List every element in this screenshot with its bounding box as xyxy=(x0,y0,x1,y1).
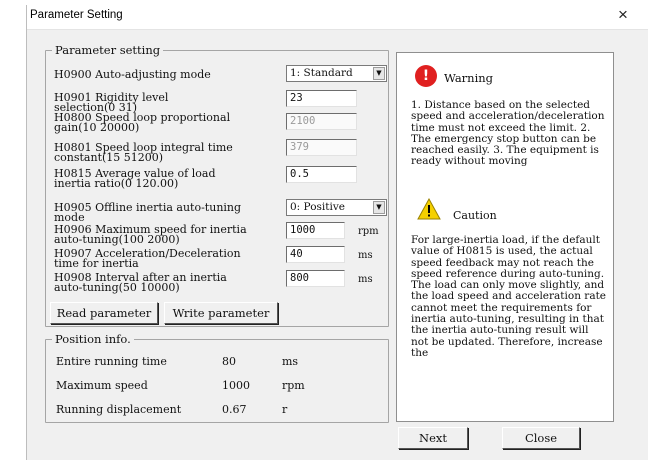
h0900-label: H0900 Auto-adjusting mode xyxy=(54,68,211,81)
safety-info-panel[interactable]: ! Warning 1. Distance based on the selec… xyxy=(396,52,614,422)
auto-adjusting-mode-select[interactable]: 1: Standard ▼ xyxy=(286,65,387,82)
h0905-label-line2: mode xyxy=(54,211,85,224)
warning-title: Warning xyxy=(444,71,494,85)
window-title: Parameter Setting xyxy=(30,9,123,21)
read-parameter-button[interactable]: Read parameter xyxy=(50,302,158,324)
running-time-value: 80 xyxy=(222,355,236,368)
maximum-speed-label: Maximum speed xyxy=(56,379,148,392)
h0800-label-line2: gain(10 20000) xyxy=(54,121,140,134)
warning-text: 1. Distance based on the selected speed … xyxy=(411,100,605,168)
accel-decel-time-unit: ms xyxy=(358,250,373,261)
chevron-down-icon[interactable]: ▼ xyxy=(373,201,385,214)
running-displacement-value: 0.67 xyxy=(222,403,247,416)
tuning-interval-unit: ms xyxy=(358,274,373,285)
rigidity-level-input[interactable]: 23 xyxy=(286,90,357,107)
max-speed-unit: rpm xyxy=(358,226,379,237)
caution-title: Caution xyxy=(453,209,497,222)
load-inertia-ratio-input[interactable]: 0.5 xyxy=(286,166,357,183)
parameter-setting-legend: Parameter setting xyxy=(52,43,164,57)
close-button[interactable]: Close xyxy=(502,427,580,449)
offline-inertia-mode-value: 0: Positive xyxy=(290,201,345,213)
position-info-legend: Position info. xyxy=(52,332,134,346)
error-icon: ! xyxy=(415,65,437,87)
caution-text: For large-inertia load, if the default v… xyxy=(411,234,607,359)
running-displacement-unit: r xyxy=(282,403,288,416)
speed-loop-gain-input: 2100 xyxy=(286,113,357,130)
auto-adjusting-mode-value: 1: Standard xyxy=(290,67,353,79)
tuning-interval-input[interactable]: 800 xyxy=(286,270,345,287)
h0815-label-line2: inertia ratio(0 120.00) xyxy=(54,177,179,190)
accel-decel-time-input[interactable]: 40 xyxy=(286,246,345,263)
speed-loop-integral-input: 379 xyxy=(286,139,357,156)
h0906-label-line2: auto-tuning(100 2000) xyxy=(54,233,180,246)
h0801-label-line2: constant(15 51200) xyxy=(54,151,164,164)
h0908-label-line2: auto-tuning(50 10000) xyxy=(54,281,180,294)
window-border xyxy=(26,5,27,460)
chevron-down-icon[interactable]: ▼ xyxy=(373,67,385,80)
write-parameter-button[interactable]: Write parameter xyxy=(164,302,278,324)
running-displacement-label: Running displacement xyxy=(56,403,182,416)
running-time-unit: ms xyxy=(282,355,299,368)
warning-triangle-icon xyxy=(417,198,441,220)
h0907-label-line2: time for inertia xyxy=(54,257,139,270)
max-speed-inertia-input[interactable]: 1000 xyxy=(286,222,345,239)
next-button[interactable]: Next xyxy=(398,427,468,449)
offline-inertia-mode-select[interactable]: 0: Positive ▼ xyxy=(286,199,387,216)
close-window-button[interactable]: × xyxy=(618,5,628,25)
maximum-speed-unit: rpm xyxy=(282,379,305,392)
running-time-label: Entire running time xyxy=(56,355,167,368)
maximum-speed-value: 1000 xyxy=(222,379,250,392)
